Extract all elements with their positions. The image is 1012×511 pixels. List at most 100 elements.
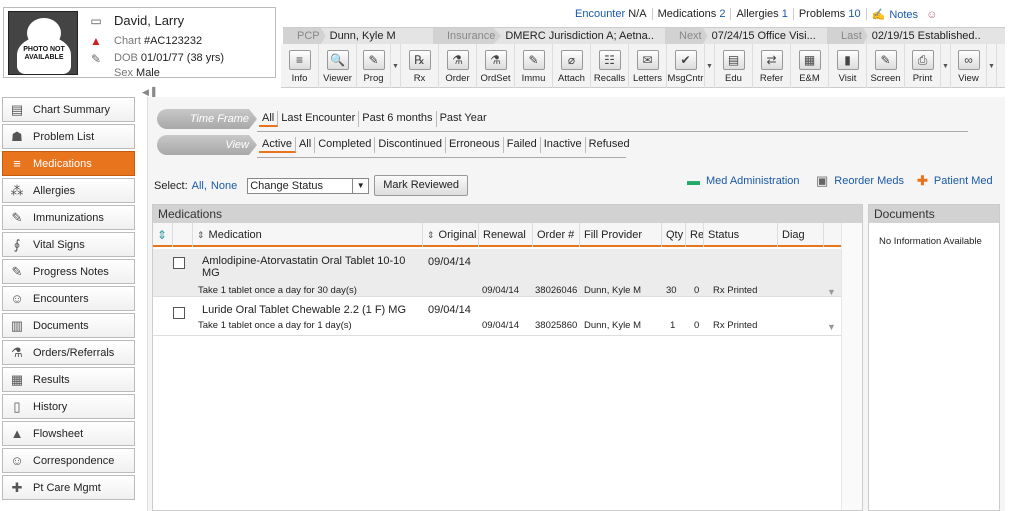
toolbar-view-button[interactable]: ∞ View (951, 44, 987, 88)
info-pcp[interactable]: PCP Dunn, Kyle M (283, 28, 433, 44)
sidebar-item-orders-referrals[interactable]: ⚗ Orders/Referrals (2, 340, 135, 365)
select-row: Select: All, None Change Status ▼ Mark Re… (154, 175, 469, 196)
sidebar-item-label: Orders/Referrals (33, 346, 115, 359)
toolbar-rx-button[interactable]: ℞ Rx (401, 44, 439, 88)
toolbar-visit-button[interactable]: ▮ Visit (829, 44, 867, 88)
sidebar-item-problem-list[interactable]: ☗ Problem List (2, 124, 135, 149)
care-management-icon: ✚ (11, 479, 23, 495)
provider-icon[interactable]: ☺ (926, 9, 937, 21)
toolbar-edu-button[interactable]: ▤ Edu (715, 44, 753, 88)
toolbar-recalls-button[interactable]: ☷ Recalls (591, 44, 629, 88)
toolbar-label: Visit (838, 73, 857, 84)
sidebar-item-documents[interactable]: ▥ Documents (2, 313, 135, 338)
col-renewal[interactable]: Renewal (479, 223, 533, 247)
medications-table-header: ⇕ ⇕ Medication ⇕ Original Renewal Order # … (153, 223, 842, 247)
sidebar-item-medications[interactable]: ≡ Medications (2, 151, 135, 176)
select-none-link[interactable]: None (211, 180, 237, 192)
select-all-link[interactable]: All, (192, 180, 207, 192)
sidebar-item-history[interactable]: ▯ History (2, 394, 135, 419)
problems-link[interactable]: Problems 10 (794, 8, 867, 20)
sidebar-item-encounters[interactable]: ☺ Encounters (2, 286, 135, 311)
stethoscope-icon: ∮ (13, 236, 21, 252)
toolbar-immu-button[interactable]: ✎ Immu (515, 44, 553, 88)
view-option-inactive[interactable]: Inactive (541, 137, 586, 153)
info-insurance[interactable]: Insurance DMERC Jurisdiction A; Aetna.. (433, 28, 665, 44)
view-option-all[interactable]: All (296, 137, 316, 153)
timeframe-option-all[interactable]: All (259, 111, 279, 127)
view-option-refused[interactable]: Refused (586, 137, 633, 153)
info-label: Next (665, 28, 708, 44)
toolbar-refer-button[interactable]: ⇄ Refer (753, 44, 791, 88)
timeframe-option-last-encounter[interactable]: Last Encounter (278, 111, 360, 127)
allergies-icon: ⁂ (10, 182, 24, 198)
col-qty[interactable]: Qty (662, 223, 686, 247)
view-option-completed[interactable]: Completed (315, 137, 376, 153)
toolbar-print-button[interactable]: ⎙ Print (905, 44, 941, 88)
allergies-link[interactable]: Allergies 1 (731, 8, 794, 20)
toolbar-letters-button[interactable]: ✉ Letters (629, 44, 667, 88)
col-status[interactable]: Status (704, 223, 778, 247)
toolbar-dropdown-chevron-icon[interactable]: ▼ (941, 44, 951, 88)
toolbar-info-button[interactable]: ≡ Info (281, 44, 319, 88)
toolbar-msgcntr-button[interactable]: ✔ MsgCntr (667, 44, 705, 88)
reorder-meds-link[interactable]: ▣ Reorder Meds (816, 173, 904, 189)
sort-icon[interactable]: ⇕ (153, 223, 173, 247)
view-option-erroneous[interactable]: Erroneous (446, 137, 504, 153)
toolbar-dropdown-chevron-icon[interactable]: ▼ (391, 44, 401, 88)
medications-scrollbar[interactable] (841, 223, 862, 510)
med-administration-link[interactable]: ▬ Med Administration (687, 173, 800, 188)
row-checkbox[interactable] (173, 257, 185, 269)
col-medication[interactable]: ⇕ Medication (193, 223, 423, 247)
row-menu-chevron-icon[interactable]: ▼ (827, 287, 836, 297)
sidebar-item-vital-signs[interactable]: ∮ Vital Signs (2, 232, 135, 257)
toolbar-dropdown-chevron-icon[interactable]: ▼ (705, 44, 715, 88)
sidebar-item-chart-summary[interactable]: ▤ Chart Summary (2, 97, 135, 122)
sidebar-item-label: Correspondence (33, 454, 115, 467)
toolbar-attach-button[interactable]: ⌀ Attach (553, 44, 591, 88)
row-checkbox[interactable] (173, 307, 185, 319)
timeframe-option-past-6-months[interactable]: Past 6 months (359, 111, 437, 127)
sidebar-item-correspondence[interactable]: ☺ Correspondence (2, 448, 135, 473)
toolbar-order-button[interactable]: ⚗ Order (439, 44, 477, 88)
timeframe-option-past-year[interactable]: Past Year (437, 111, 490, 127)
sidebar-item-label: Encounters (33, 292, 89, 305)
info-last[interactable]: Last 02/19/15 Established.. (827, 28, 1005, 44)
sidebar-item-progress-notes[interactable]: ✎ Progress Notes (2, 259, 135, 284)
medication-row[interactable]: Amlodipine-Atorvastatin Oral Tablet 10-1… (153, 249, 842, 297)
encounter-link[interactable]: Encounter N/A (570, 8, 653, 20)
sidebar-item-flowsheet[interactable]: ▲ Flowsheet (2, 421, 135, 446)
toolbar-prog-button[interactable]: ✎ Prog (357, 44, 391, 88)
change-status-select[interactable]: Change Status ▼ (247, 177, 370, 194)
toolbar-screen-button[interactable]: ✎ Screen (867, 44, 905, 88)
photo-not-available-text: PHOTO NOT AVAILABLE (17, 36, 71, 74)
sidebar-item-immunizations[interactable]: ✎ Immunizations (2, 205, 135, 230)
col-refills[interactable]: Re (686, 223, 704, 247)
sidebar-item-allergies[interactable]: ⁂ Allergies (2, 178, 135, 203)
view-option-discontinued[interactable]: Discontinued (375, 137, 446, 153)
col-diag[interactable]: Diag (778, 223, 824, 247)
toolbar-e-m-button[interactable]: ▦ E&M (791, 44, 829, 88)
toolbar-viewer-button[interactable]: 🔍 Viewer (319, 44, 357, 88)
info-next[interactable]: Next 07/24/15 Office Visi... (665, 28, 827, 44)
col-order-number[interactable]: Order # (533, 223, 580, 247)
mark-reviewed-button[interactable]: Mark Reviewed (374, 175, 469, 196)
notes-link[interactable]: ✍ Notes ☺ (867, 8, 943, 21)
pills-icon: ≡ (13, 155, 21, 171)
letters-icon: ✉ (636, 50, 659, 70)
toolbar-dropdown-chevron-icon[interactable]: ▼ (987, 44, 997, 88)
original-date: 09/04/14 (428, 256, 471, 268)
toolbar-ordset-button[interactable]: ⚗ OrdSet (477, 44, 515, 88)
patient-info-strip: PCP Dunn, Kyle M Insurance DMERC Jurisdicti… (283, 27, 1005, 44)
view-option-active[interactable]: Active (259, 137, 296, 153)
sidebar-item-results[interactable]: ▦ Results (2, 367, 135, 392)
toolbar-label: View (958, 73, 979, 84)
view-option-failed[interactable]: Failed (504, 137, 541, 153)
row-menu-chevron-icon[interactable]: ▼ (827, 322, 836, 332)
medications-link[interactable]: Medications 2 (653, 8, 732, 20)
col-original[interactable]: ⇕ Original (423, 223, 479, 247)
sidebar-item-pt-care-mgmt[interactable]: ✚ Pt Care Mgmt (2, 475, 135, 500)
patient-med-link[interactable]: ✚ Patient Med (917, 173, 993, 189)
col-fill-provider[interactable]: Fill Provider (580, 223, 662, 247)
alert-icon[interactable]: ▲ (88, 34, 104, 48)
medication-row[interactable]: Luride Oral Tablet Chewable 2.2 (1 F) MG… (153, 298, 842, 336)
